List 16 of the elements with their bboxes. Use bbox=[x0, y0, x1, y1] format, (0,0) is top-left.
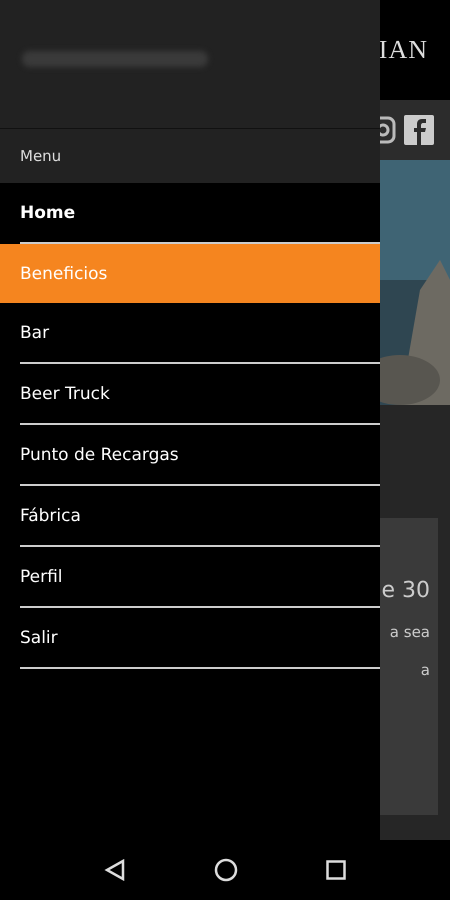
card-text: a sea bbox=[390, 623, 430, 641]
facebook-icon[interactable] bbox=[404, 115, 434, 145]
menu-item[interactable]: Beer Truck bbox=[0, 364, 380, 423]
menu-item[interactable]: Perfil bbox=[0, 547, 380, 606]
home-icon[interactable] bbox=[214, 858, 238, 882]
section-label: Menu bbox=[20, 147, 62, 165]
menu-item[interactable]: Punto de Recargas bbox=[0, 425, 380, 484]
header-title: IAN bbox=[378, 35, 428, 65]
card-text: a bbox=[420, 661, 430, 679]
card-text: e 30 bbox=[381, 578, 430, 603]
menu-item[interactable]: Bar bbox=[0, 303, 380, 362]
menu-item[interactable]: Home bbox=[0, 183, 380, 242]
menu-item[interactable]: Salir bbox=[0, 608, 380, 667]
recents-icon[interactable] bbox=[326, 860, 346, 880]
menu-item[interactable]: Fábrica bbox=[0, 486, 380, 545]
back-icon[interactable] bbox=[104, 859, 126, 881]
